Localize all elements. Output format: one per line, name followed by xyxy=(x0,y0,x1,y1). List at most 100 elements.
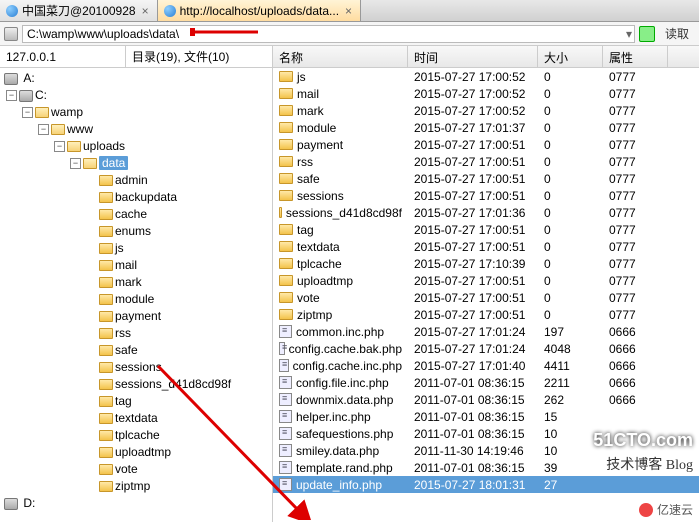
tree-node[interactable]: sessions_d41d8cd98f xyxy=(4,376,272,393)
file-row[interactable]: tplcache 2015-07-27 17:10:39 0 0777 xyxy=(273,255,699,272)
file-row[interactable]: safe 2015-07-27 17:00:51 0 0777 xyxy=(273,170,699,187)
tree-node[interactable]: textdata xyxy=(4,410,272,427)
file-attr: 0777 xyxy=(603,121,668,135)
tree-node[interactable]: ziptmp xyxy=(4,478,272,495)
dropdown-icon[interactable]: ▾ xyxy=(626,27,632,41)
php-file-icon xyxy=(279,478,292,491)
path-input[interactable]: C:\wamp\www\uploads\data\ ▾ xyxy=(22,25,635,43)
php-file-icon xyxy=(279,393,292,406)
col-attr[interactable]: 属性 xyxy=(603,46,668,67)
tree-node[interactable]: − uploads xyxy=(4,138,272,155)
tree-node[interactable]: sessions xyxy=(4,359,272,376)
folder-icon xyxy=(279,71,293,82)
tree-node[interactable]: backupdata xyxy=(4,189,272,206)
file-row[interactable]: common.inc.php 2015-07-27 17:01:24 197 0… xyxy=(273,323,699,340)
file-size: 4048 xyxy=(538,342,603,356)
dir-tree[interactable]: A:− C:− wamp− www− uploads−data admin ba… xyxy=(0,68,272,514)
tree-toggle[interactable]: − xyxy=(54,141,65,152)
tree-toggle[interactable]: − xyxy=(38,124,49,135)
file-time: 2015-07-27 17:01:24 xyxy=(408,342,538,356)
folder-icon xyxy=(279,156,293,167)
tree-node[interactable]: js xyxy=(4,240,272,257)
tree-node[interactable]: rss xyxy=(4,325,272,342)
file-row[interactable]: update_info.php 2015-07-27 18:01:31 27 xyxy=(273,476,699,493)
tree-label: cache xyxy=(115,206,147,223)
tree-node[interactable]: payment xyxy=(4,308,272,325)
tree-label: A: xyxy=(20,70,35,87)
tree-node[interactable]: −data xyxy=(4,155,272,172)
tree-node[interactable]: safe xyxy=(4,342,272,359)
tree-label: module xyxy=(115,291,154,308)
file-attr: 0777 xyxy=(603,291,668,305)
tree-label: textdata xyxy=(115,410,158,427)
folder-icon xyxy=(279,258,293,269)
file-row[interactable]: js 2015-07-27 17:00:52 0 0777 xyxy=(273,68,699,85)
tab-inactive[interactable]: 中国菜刀@20100928 × xyxy=(0,0,158,21)
file-size: 0 xyxy=(538,155,603,169)
file-name: tplcache xyxy=(297,257,342,271)
go-button[interactable] xyxy=(639,26,655,42)
file-row[interactable]: config.cache.bak.php 2015-07-27 17:01:24… xyxy=(273,340,699,357)
file-row[interactable]: ziptmp 2015-07-27 17:00:51 0 0777 xyxy=(273,306,699,323)
folder-icon xyxy=(279,88,293,99)
tree-node[interactable]: tplcache xyxy=(4,427,272,444)
folder-icon xyxy=(99,464,113,475)
tree-node[interactable]: enums xyxy=(4,223,272,240)
tree-node[interactable]: mail xyxy=(4,257,272,274)
tree-label: safe xyxy=(115,342,138,359)
file-time: 2011-07-01 08:36:15 xyxy=(408,376,538,390)
file-row[interactable]: config.cache.inc.php 2015-07-27 17:01:40… xyxy=(273,357,699,374)
drive-icon xyxy=(4,498,18,510)
file-time: 2015-07-27 17:00:51 xyxy=(408,155,538,169)
tree-node[interactable]: module xyxy=(4,291,272,308)
file-row[interactable]: helper.inc.php 2011-07-01 08:36:15 15 xyxy=(273,408,699,425)
tree-label: admin xyxy=(115,172,148,189)
tree-toggle[interactable]: − xyxy=(22,107,33,118)
close-icon[interactable]: × xyxy=(343,4,354,18)
file-row[interactable]: tag 2015-07-27 17:00:51 0 0777 xyxy=(273,221,699,238)
php-file-icon xyxy=(279,461,292,474)
file-row[interactable]: vote 2015-07-27 17:00:51 0 0777 xyxy=(273,289,699,306)
drive-icon xyxy=(4,27,18,41)
tree-node[interactable]: − C: xyxy=(4,87,272,104)
file-row[interactable]: sessions_d41d8cd98f 2015-07-27 17:01:36 … xyxy=(273,204,699,221)
tree-node[interactable]: A: xyxy=(4,70,272,87)
folder-icon xyxy=(279,207,282,218)
file-row[interactable]: payment 2015-07-27 17:00:51 0 0777 xyxy=(273,136,699,153)
file-row[interactable]: uploadtmp 2015-07-27 17:00:51 0 0777 xyxy=(273,272,699,289)
file-row[interactable]: mail 2015-07-27 17:00:52 0 0777 xyxy=(273,85,699,102)
file-time: 2015-07-27 17:00:51 xyxy=(408,240,538,254)
file-row[interactable]: config.file.inc.php 2011-07-01 08:36:15 … xyxy=(273,374,699,391)
tree-toggle[interactable]: − xyxy=(70,158,81,169)
tree-node[interactable]: D: xyxy=(4,495,272,512)
file-name: config.cache.inc.php xyxy=(293,359,402,373)
read-button[interactable]: 读取 xyxy=(659,25,695,42)
col-time[interactable]: 时间 xyxy=(408,46,538,67)
tree-node[interactable]: mark xyxy=(4,274,272,291)
file-size: 0 xyxy=(538,274,603,288)
file-attr: 0777 xyxy=(603,240,668,254)
close-icon[interactable]: × xyxy=(140,4,151,18)
file-size: 0 xyxy=(538,240,603,254)
tree-node[interactable]: cache xyxy=(4,206,272,223)
file-time: 2015-07-27 17:00:51 xyxy=(408,308,538,322)
col-size[interactable]: 大小 xyxy=(538,46,603,67)
col-name[interactable]: 名称 xyxy=(273,46,408,67)
tab-active[interactable]: http://localhost/uploads/data... × xyxy=(158,0,361,21)
file-name: sessions_d41d8cd98f xyxy=(286,206,402,220)
file-row[interactable]: sessions 2015-07-27 17:00:51 0 0777 xyxy=(273,187,699,204)
file-row[interactable]: downmix.data.php 2011-07-01 08:36:15 262… xyxy=(273,391,699,408)
tree-node[interactable]: vote xyxy=(4,461,272,478)
file-row[interactable]: textdata 2015-07-27 17:00:51 0 0777 xyxy=(273,238,699,255)
tree-node[interactable]: uploadtmp xyxy=(4,444,272,461)
tree-node[interactable]: tag xyxy=(4,393,272,410)
file-row[interactable]: mark 2015-07-27 17:00:52 0 0777 xyxy=(273,102,699,119)
tree-node[interactable]: admin xyxy=(4,172,272,189)
file-row[interactable]: module 2015-07-27 17:01:37 0 0777 xyxy=(273,119,699,136)
tree-node[interactable]: − www xyxy=(4,121,272,138)
tree-node[interactable]: − wamp xyxy=(4,104,272,121)
file-name: downmix.data.php xyxy=(296,393,393,407)
file-row[interactable]: rss 2015-07-27 17:00:51 0 0777 xyxy=(273,153,699,170)
file-time: 2015-07-27 17:01:24 xyxy=(408,325,538,339)
tree-toggle[interactable]: − xyxy=(6,90,17,101)
